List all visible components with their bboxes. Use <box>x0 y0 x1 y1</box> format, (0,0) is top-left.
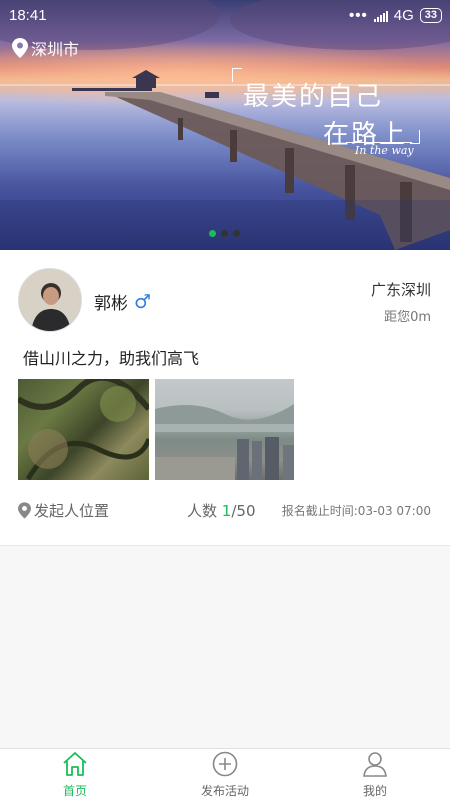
notification-dots-icon: ••• <box>348 7 368 24</box>
bottom-navigation: 首页 发布活动 我的 <box>0 748 450 800</box>
user-icon <box>363 752 387 777</box>
activity-photo[interactable] <box>155 379 294 480</box>
battery-icon: 33 <box>419 8 442 23</box>
pager-dot[interactable] <box>233 230 240 237</box>
nav-home[interactable]: 首页 <box>20 751 130 800</box>
banner-slogan-line1: 最美的自己 <box>243 82 384 112</box>
user-name: 郭彬 <box>94 294 128 314</box>
location-pin-icon <box>12 38 28 58</box>
status-time: 18:41 <box>9 7 47 24</box>
avatar[interactable] <box>18 268 82 332</box>
activity-card[interactable]: 郭彬 ♂ 广东深圳 距您0m 借山川之力，助我们高飞 发起人位置 人数 1/50… <box>0 250 450 546</box>
hero-banner[interactable]: 18:41 ••• 4G 33 深圳市 最美的自己 在路上 In the way <box>0 0 450 250</box>
status-indicators: ••• 4G 33 <box>349 7 442 24</box>
slogan-bracket-right <box>410 130 420 144</box>
nav-home-label: 首页 <box>62 784 87 798</box>
forest-photo-image <box>18 379 149 480</box>
banner-slogan-english: In the way <box>355 144 414 157</box>
pager-dot[interactable] <box>221 230 228 237</box>
activity-distance: 距您0m <box>384 310 431 325</box>
nav-mine-label: 我的 <box>362 784 387 798</box>
count-total: /50 <box>231 502 256 520</box>
city-view-photo-image <box>155 404 294 480</box>
signup-deadline: 报名截止时间:03-03 07:00 <box>281 504 431 518</box>
initiator-location-label: 发起人位置 <box>34 502 110 520</box>
pager-dot-active[interactable] <box>209 230 216 237</box>
activity-location: 广东深圳 <box>370 281 431 299</box>
initiator-location-link[interactable]: 发起人位置 <box>18 500 109 521</box>
signal-icon <box>373 10 388 22</box>
slogan-bracket-left <box>232 68 242 82</box>
network-type: 4G <box>393 7 414 24</box>
home-icon <box>63 752 87 776</box>
add-circle-icon <box>212 751 238 777</box>
activity-description: 借山川之力，助我们高飞 <box>23 349 200 368</box>
user-name-row: 郭彬 ♂ <box>94 289 152 315</box>
male-gender-icon: ♂ <box>134 290 152 313</box>
nav-publish[interactable]: 发布活动 <box>170 751 280 800</box>
city-name: 深圳市 <box>31 40 80 59</box>
nav-mine[interactable]: 我的 <box>320 751 430 800</box>
city-selector[interactable]: 深圳市 <box>12 36 79 60</box>
participant-count: 人数 1/50 <box>187 500 255 521</box>
banner-pager <box>209 230 240 237</box>
nav-publish-label: 发布活动 <box>200 784 249 798</box>
count-current: 1 <box>221 502 232 520</box>
slogan-underline <box>346 142 412 143</box>
location-pin-icon <box>18 502 31 519</box>
avatar-person-icon <box>19 269 81 331</box>
count-label: 人数 <box>187 502 218 520</box>
status-bar: 18:41 ••• 4G 33 <box>0 0 450 30</box>
activity-photo[interactable] <box>18 379 149 480</box>
